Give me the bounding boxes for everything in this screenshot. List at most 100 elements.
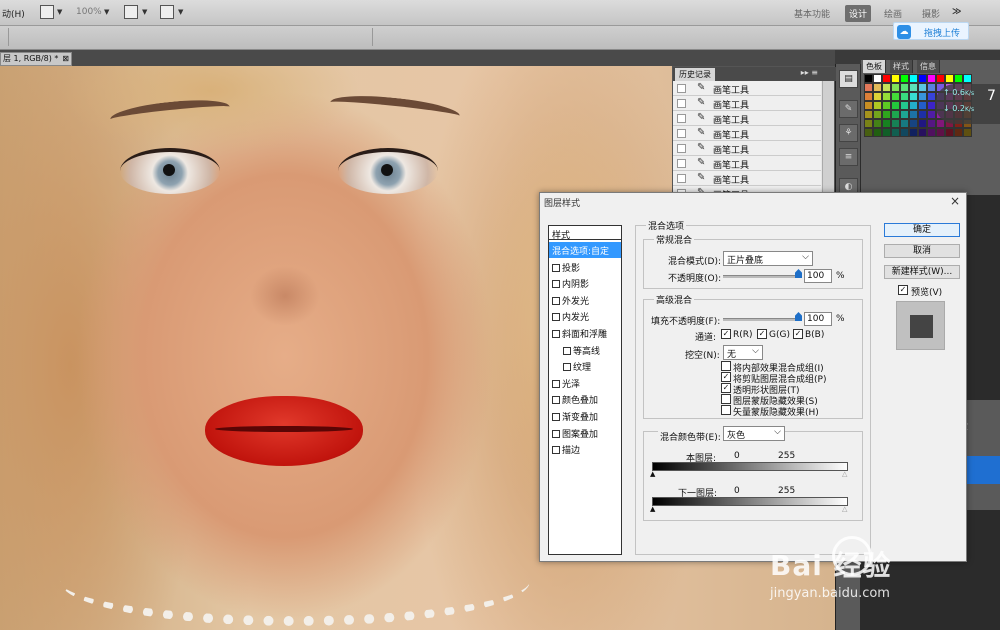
history-state-item[interactable]: ✎ 画笔工具 <box>673 111 821 126</box>
color-swatch[interactable] <box>900 128 909 137</box>
color-swatch[interactable] <box>882 101 891 110</box>
color-swatch[interactable] <box>927 74 936 83</box>
color-swatch[interactable] <box>864 92 873 101</box>
color-swatch[interactable] <box>891 128 900 137</box>
color-swatch[interactable] <box>909 83 918 92</box>
underlying-layer-white-handle[interactable]: △ <box>842 505 847 513</box>
color-swatch[interactable] <box>873 119 882 128</box>
color-swatch[interactable] <box>918 128 927 137</box>
workspace-design[interactable]: 设计 <box>845 5 872 22</box>
history-state-item[interactable]: ✎ 画笔工具 <box>673 126 821 141</box>
color-swatch[interactable] <box>918 74 927 83</box>
style-item[interactable]: 描边 <box>549 441 621 457</box>
color-swatch[interactable] <box>873 110 882 119</box>
history-scrollbar[interactable] <box>822 81 834 193</box>
fill-opacity-input[interactable]: 100 <box>804 312 832 326</box>
color-swatch[interactable] <box>900 110 909 119</box>
color-swatch[interactable] <box>918 83 927 92</box>
style-item[interactable]: 纹理 <box>549 358 621 374</box>
color-swatch[interactable] <box>927 110 936 119</box>
color-swatch[interactable] <box>864 110 873 119</box>
chevron-down-icon[interactable]: ▼ <box>142 8 147 16</box>
color-swatch[interactable] <box>864 74 873 83</box>
color-swatch[interactable] <box>927 83 936 92</box>
color-swatch[interactable] <box>909 101 918 110</box>
tab-history[interactable]: 历史记录 <box>675 68 715 81</box>
color-swatch[interactable] <box>891 101 900 110</box>
color-swatch[interactable] <box>882 119 891 128</box>
underlying-layer-gradient[interactable] <box>652 497 848 506</box>
style-item[interactable]: 投影 <box>549 259 621 275</box>
chevron-down-icon[interactable]: ▼ <box>178 8 183 16</box>
style-checkbox[interactable] <box>563 346 571 355</box>
knockout-select[interactable]: 无 ⌵ <box>723 345 763 360</box>
style-item[interactable]: 光泽 <box>549 375 621 391</box>
color-swatch[interactable] <box>882 83 891 92</box>
snapshot-checkbox[interactable] <box>677 114 686 123</box>
color-swatch[interactable] <box>882 92 891 101</box>
arrange-documents-icon[interactable] <box>124 5 138 19</box>
style-item[interactable]: 斜面和浮雕 <box>549 325 621 341</box>
color-swatch[interactable] <box>954 74 963 83</box>
history-panel-icon[interactable]: ▤ <box>839 70 858 88</box>
tab-swatches[interactable]: 色板 <box>863 60 886 73</box>
snapshot-checkbox[interactable] <box>677 84 686 93</box>
tab-info[interactable]: 信息 <box>917 60 940 73</box>
color-swatch[interactable] <box>945 74 954 83</box>
blend-option-checkbox[interactable] <box>721 361 731 371</box>
style-checkbox[interactable] <box>552 330 560 338</box>
snapshot-checkbox[interactable] <box>677 174 686 183</box>
color-swatch[interactable] <box>891 119 900 128</box>
color-swatch[interactable] <box>873 83 882 92</box>
fill-opacity-slider[interactable] <box>723 318 799 321</box>
color-swatch[interactable] <box>936 74 945 83</box>
style-checkbox[interactable] <box>552 280 560 289</box>
color-swatch[interactable] <box>882 110 891 119</box>
color-swatch[interactable] <box>900 119 909 128</box>
opacity-input[interactable]: 100 <box>804 269 832 283</box>
color-swatch[interactable] <box>891 92 900 101</box>
history-state-item[interactable]: ✎ 画笔工具 <box>673 141 821 156</box>
ok-button[interactable]: 确定 <box>884 223 960 237</box>
style-item[interactable]: 渐变叠加 <box>549 408 621 424</box>
style-checkbox[interactable] <box>552 296 560 305</box>
blend-option-checkbox[interactable] <box>721 394 731 404</box>
channel-r-checkbox[interactable]: ✓ <box>721 329 731 339</box>
color-swatch[interactable] <box>936 128 945 137</box>
style-checkbox[interactable] <box>552 379 560 388</box>
color-swatch[interactable] <box>918 110 927 119</box>
color-swatch[interactable] <box>909 119 918 128</box>
style-item[interactable]: 颜色叠加 <box>549 391 621 407</box>
color-swatch[interactable] <box>963 128 972 137</box>
style-checkbox[interactable] <box>552 429 560 438</box>
color-swatch[interactable] <box>909 74 918 83</box>
color-swatch[interactable] <box>873 92 882 101</box>
color-swatch[interactable] <box>954 128 963 137</box>
opacity-slider[interactable] <box>723 275 799 278</box>
document-tab[interactable]: 层 1, RGB/8) * ⊠ <box>0 52 72 66</box>
style-item[interactable]: 等高线 <box>549 342 621 358</box>
color-swatch[interactable] <box>873 128 882 137</box>
color-swatch[interactable] <box>927 119 936 128</box>
style-item[interactable]: 图案叠加 <box>549 425 621 441</box>
document-view-icon[interactable] <box>40 5 54 19</box>
style-item[interactable]: 内发光 <box>549 308 621 324</box>
tab-styles[interactable]: 样式 <box>890 60 913 73</box>
color-swatch[interactable] <box>945 128 954 137</box>
history-state-item[interactable]: ✎ 画笔工具 <box>673 156 821 171</box>
panel-menu-icon[interactable]: ▸▸ ≡ <box>801 68 818 77</box>
blend-option-checkbox[interactable]: ✓ <box>721 383 731 393</box>
this-layer-white-handle[interactable]: △ <box>842 470 847 478</box>
color-swatch[interactable] <box>873 74 882 83</box>
color-swatch[interactable] <box>918 92 927 101</box>
channel-g-checkbox[interactable]: ✓ <box>757 329 767 339</box>
new-style-button[interactable]: 新建样式(W)... <box>884 265 960 279</box>
chevron-down-icon[interactable]: ▼ <box>104 8 109 16</box>
color-swatch[interactable] <box>882 128 891 137</box>
history-state-item[interactable]: ✎ 画笔工具 <box>673 171 821 186</box>
close-icon[interactable]: × <box>950 194 960 208</box>
color-swatch[interactable] <box>864 128 873 137</box>
blend-if-select[interactable]: 灰色 ⌵ <box>723 426 785 441</box>
style-checkbox[interactable] <box>552 413 560 421</box>
styles-header[interactable]: 样式 <box>549 226 621 241</box>
